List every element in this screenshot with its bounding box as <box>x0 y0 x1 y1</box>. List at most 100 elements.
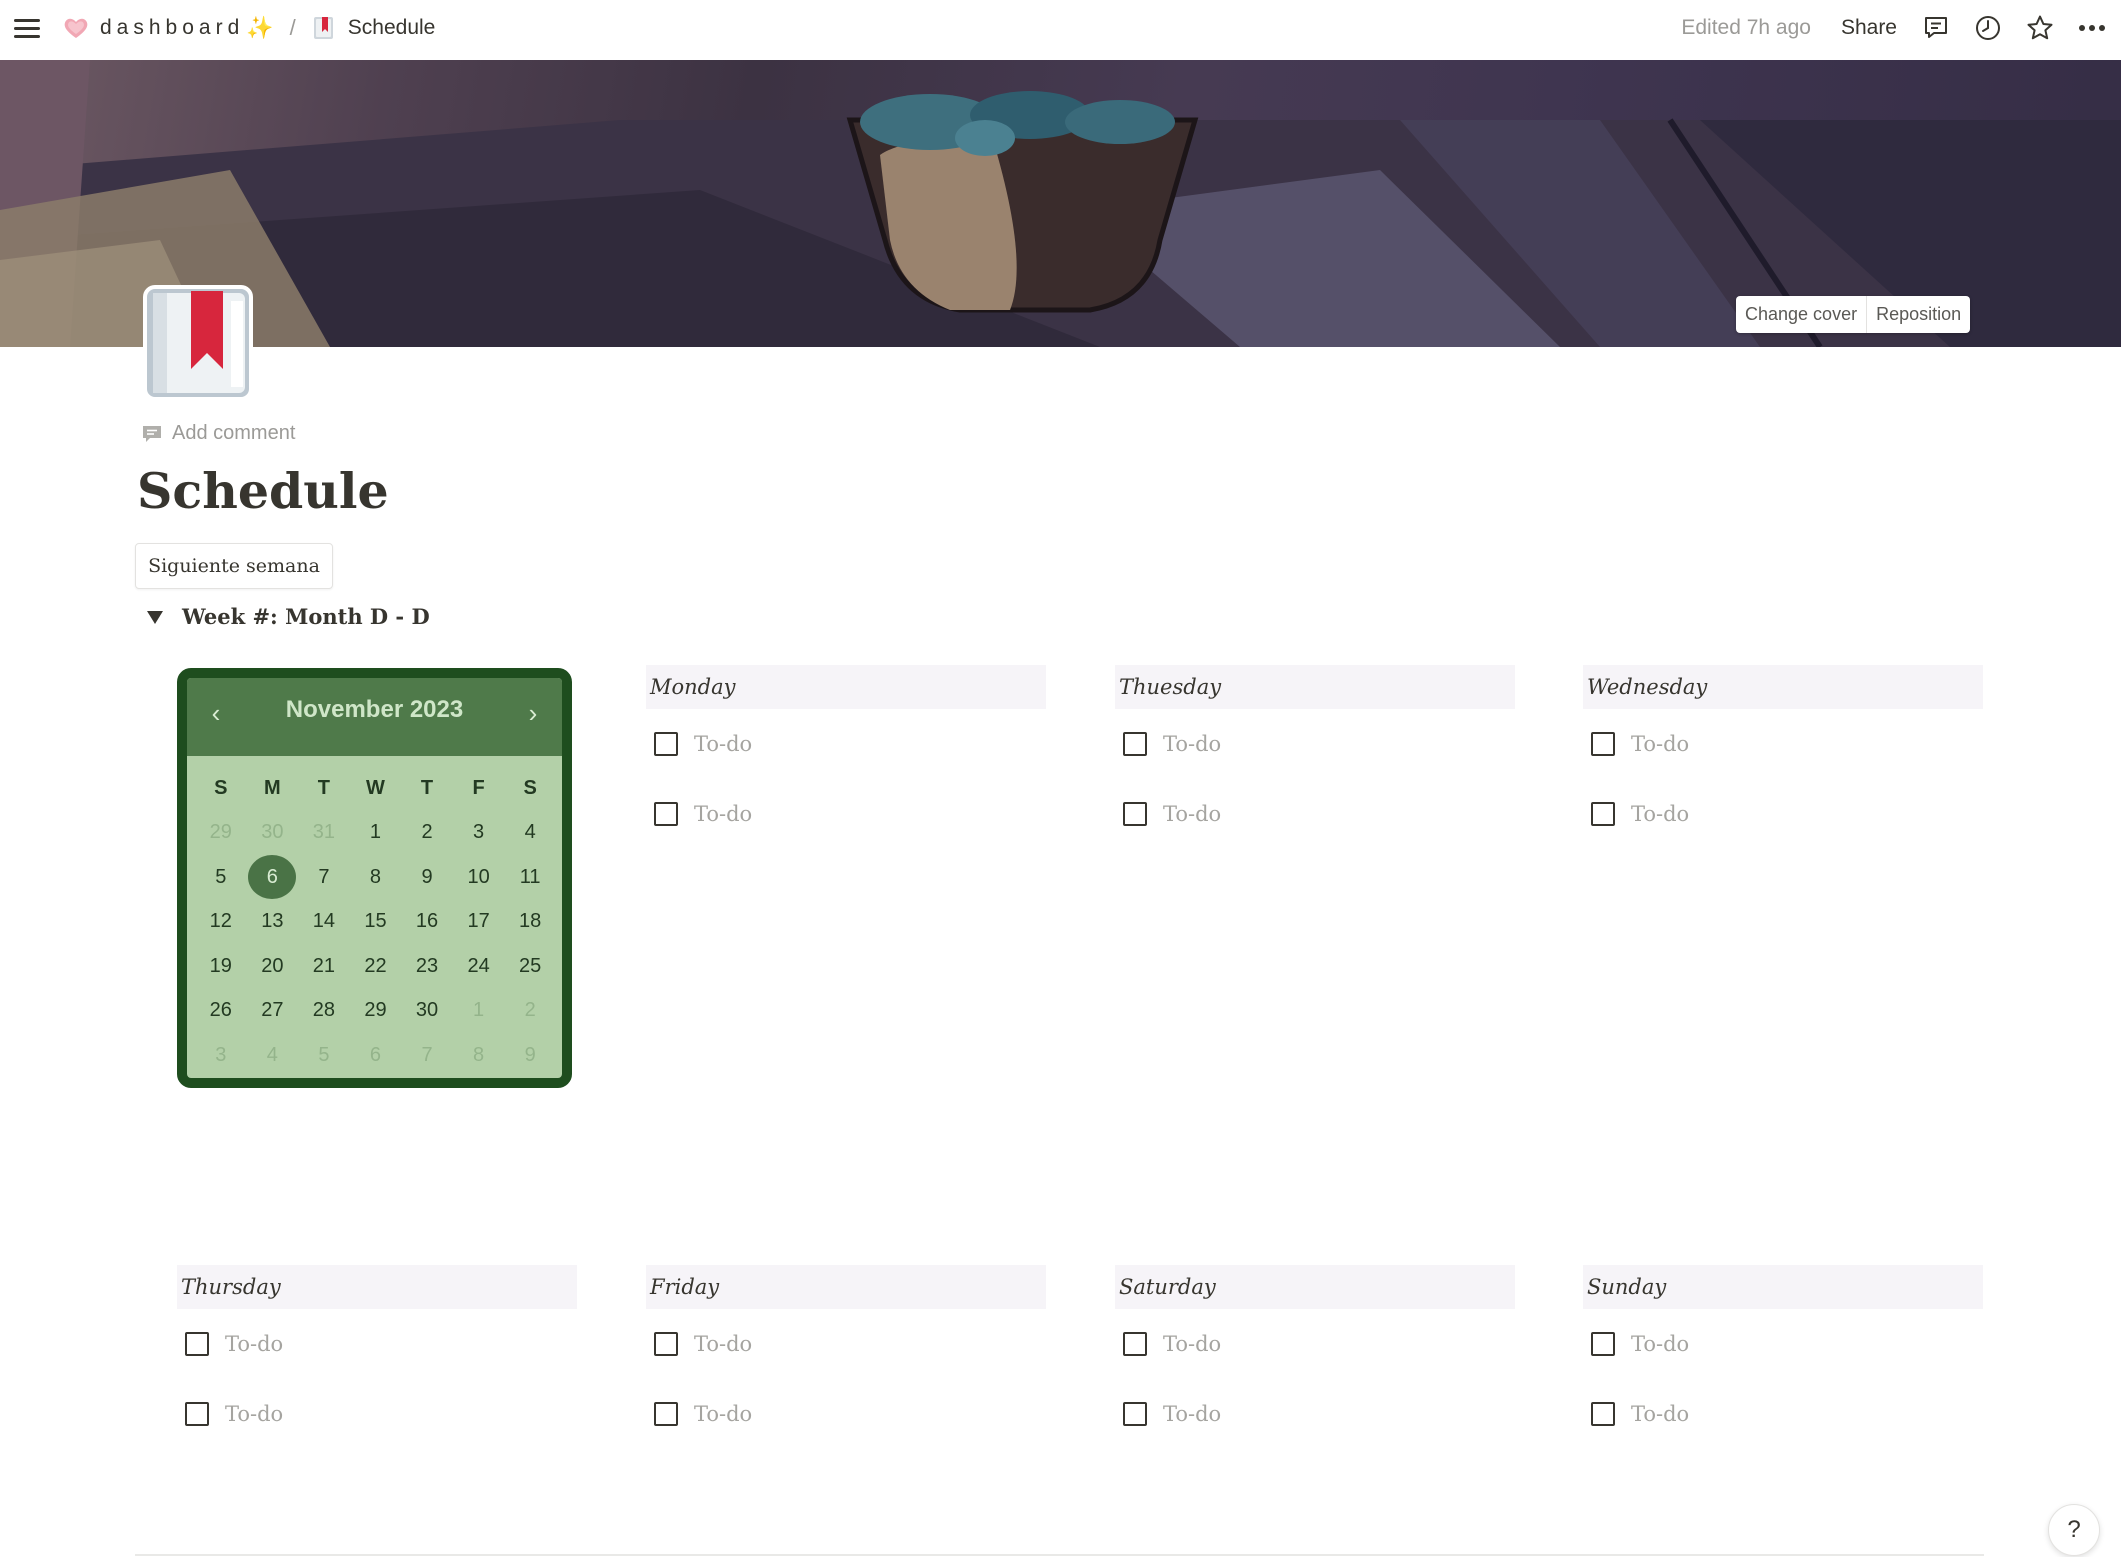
comments-icon[interactable] <box>1921 13 1951 43</box>
todo-label[interactable]: To-do <box>1163 1332 1221 1356</box>
todo-label[interactable]: To-do <box>1631 1402 1689 1426</box>
calendar-day[interactable]: 12 <box>195 900 247 945</box>
day-header[interactable]: Monday <box>646 665 1046 709</box>
calendar-day[interactable]: 3 <box>195 1033 247 1078</box>
todo-checkbox[interactable] <box>654 1332 678 1356</box>
calendar-day[interactable]: 10 <box>453 855 505 900</box>
page-title[interactable]: Schedule <box>137 462 389 520</box>
todo-label[interactable]: To-do <box>1163 802 1221 826</box>
todo-checkbox[interactable] <box>1123 1402 1147 1426</box>
help-button[interactable]: ? <box>2048 1504 2100 1556</box>
calendar-day[interactable]: 29 <box>195 811 247 856</box>
calendar-day[interactable]: 6 <box>350 1033 402 1078</box>
todo-checkbox[interactable] <box>1591 732 1615 756</box>
menu-icon[interactable] <box>14 16 40 40</box>
calendar-day[interactable]: 30 <box>401 989 453 1034</box>
todo-checkbox[interactable] <box>1591 1402 1615 1426</box>
calendar-day[interactable]: 1 <box>350 811 402 856</box>
calendar-day[interactable]: 14 <box>298 900 350 945</box>
calendar-day[interactable]: 2 <box>504 989 556 1034</box>
calendar-selected-marker: 6 <box>248 855 297 900</box>
calendar-day[interactable]: 11 <box>504 855 556 900</box>
add-comment-button[interactable]: Add comment <box>142 422 295 445</box>
calendar-day[interactable]: 29 <box>350 989 402 1034</box>
calendar-day[interactable]: 7 <box>298 855 350 900</box>
favorite-star-icon[interactable] <box>2025 13 2055 43</box>
calendar-day[interactable]: 1 <box>453 989 505 1034</box>
calendar-day[interactable]: 26 <box>195 989 247 1034</box>
todo-checkbox[interactable] <box>185 1402 209 1426</box>
todo-checkbox[interactable] <box>654 1402 678 1426</box>
todo-checkbox[interactable] <box>1591 802 1615 826</box>
day-header[interactable]: Thursday <box>177 1265 577 1309</box>
calendar-day[interactable]: 8 <box>453 1033 505 1078</box>
calendar-day[interactable]: 20 <box>247 944 299 989</box>
heart-icon <box>64 18 88 38</box>
calendar-day[interactable]: 9 <box>401 855 453 900</box>
change-cover-button[interactable]: Change cover <box>1736 296 1866 333</box>
calendar-day[interactable]: 22 <box>350 944 402 989</box>
page-icon[interactable] <box>141 283 256 403</box>
calendar-widget: ‹ November 2023 › S M T W T F S 29 30 31… <box>177 668 572 1088</box>
sparkle-icon: ✨ <box>246 15 274 40</box>
todo-checkbox[interactable] <box>654 802 678 826</box>
day-header[interactable]: Sunday <box>1583 1265 1983 1309</box>
todo-label[interactable]: To-do <box>1163 732 1221 756</box>
history-clock-icon[interactable] <box>1973 13 2003 43</box>
week-toggle-title[interactable]: Week #: Month D - D <box>182 604 430 629</box>
calendar-day[interactable]: 9 <box>504 1033 556 1078</box>
calendar-day[interactable]: 25 <box>504 944 556 989</box>
todo-label[interactable]: To-do <box>694 1332 752 1356</box>
todo-label[interactable]: To-do <box>1163 1402 1221 1426</box>
calendar-day[interactable]: 3 <box>453 811 505 856</box>
todo-label[interactable]: To-do <box>225 1402 283 1426</box>
day-header[interactable]: Wednesday <box>1583 665 1983 709</box>
toggle-triangle-icon[interactable] <box>146 609 164 625</box>
todo-label[interactable]: To-do <box>1631 1332 1689 1356</box>
todo-checkbox[interactable] <box>654 732 678 756</box>
reposition-button[interactable]: Reposition <box>1866 296 1970 333</box>
more-icon[interactable] <box>2077 13 2107 43</box>
share-button[interactable]: Share <box>1841 16 1897 40</box>
calendar-day[interactable]: 19 <box>195 944 247 989</box>
calendar-day[interactable]: 5 <box>298 1033 350 1078</box>
todo-checkbox[interactable] <box>1591 1332 1615 1356</box>
breadcrumb-workspace[interactable]: dashboard <box>100 16 244 40</box>
calendar-day[interactable]: 21 <box>298 944 350 989</box>
calendar-day[interactable]: 7 <box>401 1033 453 1078</box>
calendar-day[interactable]: 4 <box>247 1033 299 1078</box>
calendar-day[interactable]: 16 <box>401 900 453 945</box>
calendar-day[interactable]: 4 <box>504 811 556 856</box>
calendar-day[interactable]: 18 <box>504 900 556 945</box>
calendar-day[interactable]: 2 <box>401 811 453 856</box>
breadcrumb-page[interactable]: Schedule <box>348 16 436 40</box>
day-header[interactable]: Friday <box>646 1265 1046 1309</box>
calendar-day[interactable]: 15 <box>350 900 402 945</box>
todo-checkbox[interactable] <box>1123 802 1147 826</box>
calendar-day[interactable]: 13 <box>247 900 299 945</box>
todo-checkbox[interactable] <box>1123 732 1147 756</box>
calendar-day[interactable]: 8 <box>350 855 402 900</box>
day-header[interactable]: Saturday <box>1115 1265 1515 1309</box>
calendar-day[interactable]: 27 <box>247 989 299 1034</box>
todo-label[interactable]: To-do <box>225 1332 283 1356</box>
calendar-day[interactable]: 28 <box>298 989 350 1034</box>
calendar-day[interactable]: 23 <box>401 944 453 989</box>
calendar-next-button[interactable]: › <box>518 698 548 728</box>
calendar-day[interactable]: 24 <box>453 944 505 989</box>
todo-checkbox[interactable] <box>185 1332 209 1356</box>
todo-label[interactable]: To-do <box>694 802 752 826</box>
todo-label[interactable]: To-do <box>1631 802 1689 826</box>
calendar-day[interactable]: 30 <box>247 811 299 856</box>
day-header[interactable]: Thuesday <box>1115 665 1515 709</box>
day-column-saturday: Saturday To-do To-do <box>1115 1265 1515 1449</box>
todo-checkbox[interactable] <box>1123 1332 1147 1356</box>
next-week-button[interactable]: Siguiente semana <box>135 543 333 589</box>
calendar-day[interactable]: 5 <box>195 855 247 900</box>
todo-label[interactable]: To-do <box>694 1402 752 1426</box>
todo-label[interactable]: To-do <box>694 732 752 756</box>
calendar-day-selected[interactable]: 6 <box>247 855 299 900</box>
todo-label[interactable]: To-do <box>1631 732 1689 756</box>
calendar-day[interactable]: 17 <box>453 900 505 945</box>
calendar-day[interactable]: 31 <box>298 811 350 856</box>
